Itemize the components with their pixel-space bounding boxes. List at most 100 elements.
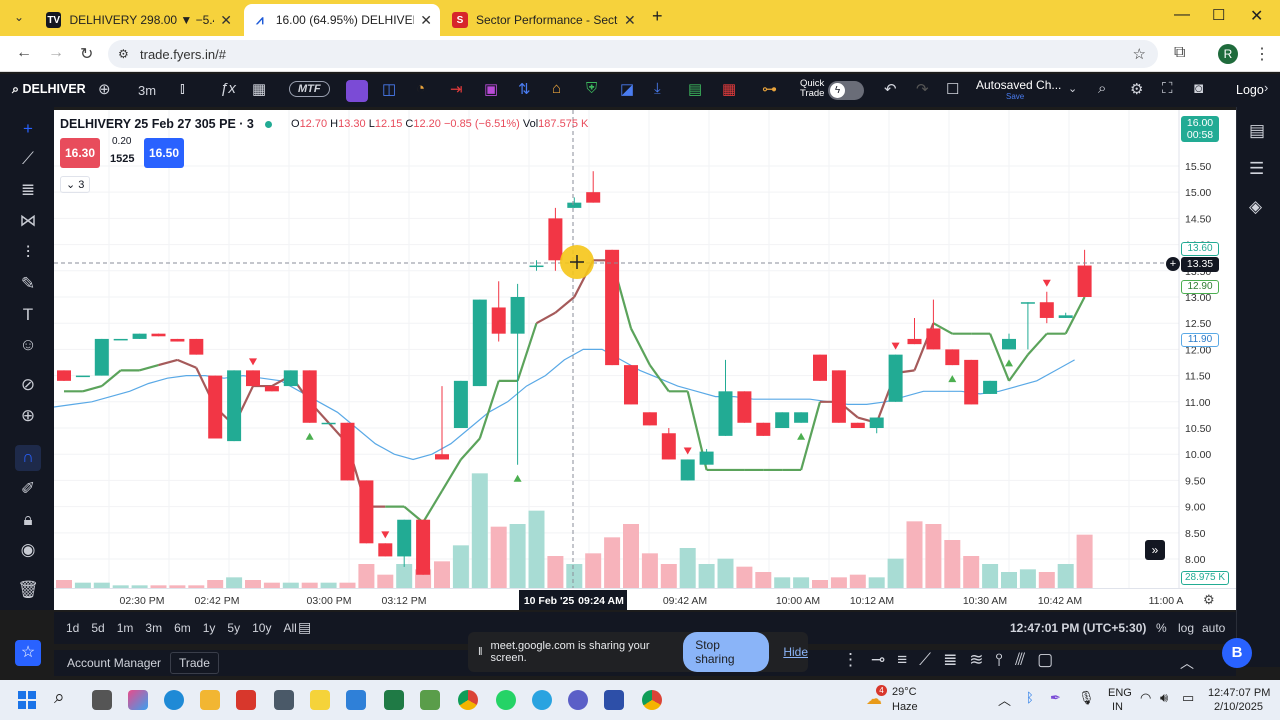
- widget-icon-9[interactable]: ◪: [620, 80, 634, 98]
- auto-toggle[interactable]: auto: [1202, 621, 1225, 635]
- eye-icon[interactable]: ◉: [17, 540, 39, 560]
- range-6m[interactable]: 6m: [174, 621, 191, 635]
- site-info-icon[interactable]: ⚙: [118, 47, 129, 61]
- chevron-up-icon[interactable]: ︿: [1180, 653, 1194, 673]
- excel-icon[interactable]: [384, 690, 404, 710]
- bluetooth-icon[interactable]: ᛒ: [1026, 690, 1034, 705]
- watchlist-icon[interactable]: ▤: [1249, 121, 1265, 141]
- range-1m[interactable]: 1m: [117, 621, 134, 635]
- whatsapp-icon[interactable]: [496, 690, 516, 710]
- stop-sharing-button[interactable]: Stop sharing: [683, 632, 770, 672]
- price-chart[interactable]: 15.5015.0014.5014.0013.5013.0012.5012.00…: [54, 110, 1236, 610]
- temperature[interactable]: 29°C: [892, 686, 917, 698]
- fullscreen-icon[interactable]: ⛶: [1162, 80, 1173, 97]
- compare-add-icon[interactable]: ⊕: [98, 80, 111, 98]
- layouts-icon[interactable]: ▦: [252, 80, 266, 98]
- chrome-icon-2[interactable]: [642, 690, 662, 710]
- maximize-icon[interactable]: ☐: [1212, 6, 1225, 24]
- widget-icon-3[interactable]: ◔: [416, 80, 425, 97]
- mtf-button[interactable]: MTF: [289, 81, 330, 97]
- notepad-icon[interactable]: [346, 690, 366, 710]
- ruler-icon[interactable]: ⊘: [17, 375, 39, 395]
- widget-toggle-icon[interactable]: [346, 80, 368, 102]
- log-toggle[interactable]: log: [1178, 621, 1194, 635]
- tab-search-icon[interactable]: ⌄: [14, 10, 24, 24]
- undo-icon[interactable]: ↶: [884, 80, 897, 98]
- logout-button[interactable]: Logo: [1236, 83, 1264, 97]
- clock-time[interactable]: 12:47:07 PM: [1208, 687, 1270, 699]
- axis-settings-icon[interactable]: ⚙: [1203, 592, 1215, 608]
- calendar-goto-icon[interactable]: ▤: [298, 619, 311, 636]
- basket-icon[interactable]: ⌂: [552, 80, 561, 97]
- symbol-title[interactable]: DELHIVERY 25 Feb 27 305 PE · 3: [60, 117, 254, 131]
- extensions-icon[interactable]: ⧉: [1174, 44, 1185, 62]
- battery-icon[interactable]: ▭: [1182, 690, 1194, 706]
- download-icon[interactable]: ⤓: [654, 80, 661, 97]
- crosshair-icon[interactable]: +: [17, 119, 39, 139]
- profile-avatar[interactable]: R: [1218, 44, 1238, 64]
- help-badge[interactable]: B: [1222, 638, 1252, 668]
- lock-icon[interactable]: 🔒︎: [17, 510, 39, 530]
- zoom-icon[interactable]: ⌕: [1098, 80, 1106, 97]
- widget-icon-5[interactable]: ▣: [484, 80, 498, 98]
- quantity-value[interactable]: 1525: [110, 153, 134, 165]
- favorites-star-button[interactable]: ☆: [15, 640, 41, 666]
- telegram-icon[interactable]: [532, 690, 552, 710]
- range-5y[interactable]: 5y: [227, 621, 240, 635]
- app-icon-purple[interactable]: [568, 690, 588, 710]
- close-icon[interactable]: ✕: [420, 12, 432, 29]
- widget-icon-6[interactable]: ⇅: [518, 80, 531, 98]
- new-tab-button[interactable]: +: [652, 6, 663, 27]
- url-field[interactable]: ⚙ trade.fyers.in/# ☆: [108, 40, 1158, 68]
- widget-icon-2[interactable]: ◫: [382, 80, 396, 98]
- percent-toggle[interactable]: %: [1156, 621, 1167, 635]
- zoom-in-icon[interactable]: ⊕: [17, 406, 39, 426]
- trade-tab[interactable]: Trade: [170, 652, 219, 674]
- sticky-notes-icon[interactable]: [310, 690, 330, 710]
- drag-handle-icon[interactable]: ‖: [478, 646, 483, 658]
- chrome-icon[interactable]: [458, 690, 478, 710]
- window-close-icon[interactable]: ✕: [1250, 6, 1263, 26]
- indicators-toggle[interactable]: ⌄ 3: [60, 176, 91, 193]
- tab-delhivery-tradingview[interactable]: TV DELHIVERY 298.00 ▼ −5.43% U ✕: [38, 4, 240, 36]
- settings-icon[interactable]: ⚙: [1130, 80, 1143, 98]
- chevron-right-icon[interactable]: ›: [1264, 80, 1268, 95]
- pattern-icon[interactable]: ⋈: [17, 211, 39, 231]
- camera-icon[interactable]: ◙: [1194, 80, 1203, 97]
- widget-icon-11[interactable]: ▤: [688, 80, 702, 98]
- volume-icon[interactable]: 🔊︎: [1160, 690, 1168, 706]
- close-icon[interactable]: ✕: [624, 12, 636, 29]
- lang-1[interactable]: ENG: [1108, 687, 1132, 699]
- symbol-search[interactable]: ⌕ DELHIVER: [12, 82, 86, 97]
- quick-trade-toggle[interactable]: ϟ: [828, 81, 864, 100]
- magnet-icon[interactable]: ∩: [15, 445, 41, 471]
- forecast-icon[interactable]: ⫶: [17, 243, 39, 263]
- layout-name[interactable]: Autosaved Ch... Save: [976, 78, 1061, 101]
- acrobat-icon[interactable]: [236, 690, 256, 710]
- wifi-icon[interactable]: ◠: [1140, 690, 1151, 706]
- back-icon[interactable]: ←: [16, 44, 32, 62]
- chart-canvas[interactable]: 15.5015.0014.5014.0013.5013.0012.5012.00…: [54, 110, 1236, 588]
- tab-fyers-option[interactable]: ⩘ 16.00 (64.95%) DELHIVERY25FE ✕: [244, 4, 440, 36]
- layout-checkbox-icon[interactable]: ☐: [946, 80, 959, 98]
- copilot-icon[interactable]: [128, 690, 148, 710]
- emoji-icon[interactable]: ☺: [17, 335, 39, 355]
- bookmark-star-icon[interactable]: ☆: [1133, 45, 1146, 63]
- redo-icon[interactable]: ↷: [916, 80, 929, 98]
- fib-icon[interactable]: ≣: [17, 180, 39, 200]
- pen-icon[interactable]: ✒: [1050, 690, 1061, 706]
- widget-icon-13[interactable]: ⊶: [762, 80, 777, 98]
- range-3m[interactable]: 3m: [145, 621, 162, 635]
- edge-icon[interactable]: [164, 690, 184, 710]
- crosshair-add-icon[interactable]: +: [1166, 257, 1180, 271]
- range-1d[interactable]: 1d: [66, 621, 79, 635]
- hide-button[interactable]: Hide: [783, 645, 808, 659]
- text-icon[interactable]: T: [17, 305, 39, 325]
- trash-icon[interactable]: 🗑︎: [17, 580, 39, 600]
- interval-button[interactable]: 3m: [138, 83, 156, 98]
- mic-icon[interactable]: 🎙︎: [1078, 690, 1095, 706]
- close-icon[interactable]: ✕: [220, 12, 232, 29]
- shield-icon[interactable]: ⛨: [586, 80, 597, 97]
- account-manager-tab[interactable]: Account Manager: [67, 656, 161, 670]
- scroll-to-realtime-button[interactable]: »: [1145, 540, 1165, 560]
